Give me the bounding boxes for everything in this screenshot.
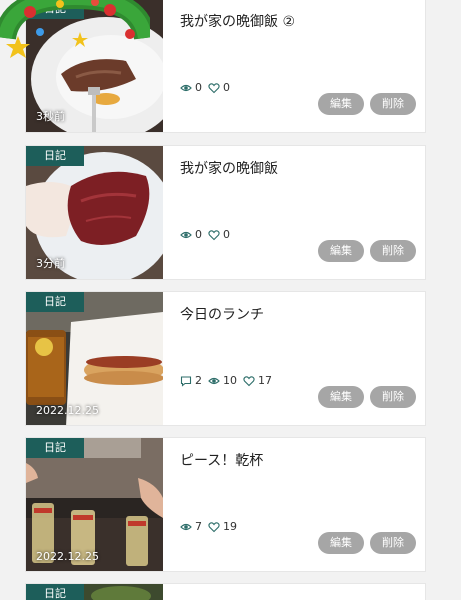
- like-count[interactable]: 0: [208, 81, 230, 94]
- comment-count-value: 2: [195, 374, 202, 387]
- edit-button[interactable]: 編集: [318, 93, 364, 115]
- delete-button[interactable]: 削除: [370, 386, 416, 408]
- delete-button[interactable]: 削除: [370, 532, 416, 554]
- delete-button[interactable]: 削除: [370, 240, 416, 262]
- eye-icon: [180, 231, 192, 238]
- post-timestamp: 3秒前: [36, 110, 65, 123]
- edit-button[interactable]: 編集: [318, 386, 364, 408]
- like-count-value: 19: [223, 520, 237, 533]
- post-thumbnail[interactable]: 日記 2022.12.25: [26, 438, 163, 571]
- eye-icon: [180, 84, 192, 91]
- like-count-value: 0: [223, 81, 230, 94]
- view-count-value: 0: [195, 81, 202, 94]
- post-thumbnail[interactable]: 日記 2022.12.25: [26, 292, 163, 425]
- heart-icon[interactable]: [243, 375, 255, 387]
- christmas-wreath-icon: [0, 0, 150, 58]
- post-card[interactable]: 日記: [25, 583, 426, 600]
- eye-icon: [180, 523, 192, 530]
- post-stats: 7 19: [180, 520, 237, 533]
- post-actions: 編集 削除: [318, 532, 416, 554]
- eye-icon: [208, 377, 220, 384]
- post-timestamp: 2022.12.25: [36, 550, 99, 563]
- comment-count[interactable]: 2: [180, 374, 202, 387]
- view-count-value: 0: [195, 228, 202, 241]
- post-card[interactable]: 日記 2022.12.25 今日のランチ 2 10 17 編集 削除: [25, 291, 426, 426]
- post-card[interactable]: 日記 2022.12.25 ピース！乾杯 7 19 編集 削除: [25, 437, 426, 572]
- view-count: 7: [180, 520, 202, 533]
- view-count-value: 7: [195, 520, 202, 533]
- like-count-value: 17: [258, 374, 272, 387]
- edit-button[interactable]: 編集: [318, 532, 364, 554]
- heart-icon[interactable]: [208, 521, 220, 533]
- post-stats: 0 0: [180, 81, 230, 94]
- like-count[interactable]: 0: [208, 228, 230, 241]
- category-tag: 日記: [26, 146, 84, 166]
- view-count: 10: [208, 374, 237, 387]
- like-count[interactable]: 17: [243, 374, 272, 387]
- category-tag: 日記: [26, 584, 84, 600]
- post-thumbnail[interactable]: 日記 3分前: [26, 146, 163, 279]
- like-count[interactable]: 19: [208, 520, 237, 533]
- edit-button[interactable]: 編集: [318, 240, 364, 262]
- post-title[interactable]: ピース！乾杯: [180, 450, 263, 470]
- heart-icon[interactable]: [208, 82, 220, 94]
- post-title[interactable]: 今日のランチ: [180, 304, 264, 324]
- post-thumbnail[interactable]: 日記: [26, 584, 163, 600]
- post-stats: 0 0: [180, 228, 230, 241]
- post-actions: 編集 削除: [318, 386, 416, 408]
- view-count: 0: [180, 81, 202, 94]
- delete-button[interactable]: 削除: [370, 93, 416, 115]
- heart-icon[interactable]: [208, 229, 220, 241]
- view-count: 0: [180, 228, 202, 241]
- category-tag: 日記: [26, 292, 84, 312]
- post-title[interactable]: 我が家の晩御飯 ②: [180, 11, 295, 31]
- view-count-value: 10: [223, 374, 237, 387]
- comment-icon[interactable]: [180, 375, 192, 387]
- post-timestamp: 3分前: [36, 257, 65, 270]
- post-timestamp: 2022.12.25: [36, 404, 99, 417]
- like-count-value: 0: [223, 228, 230, 241]
- post-card[interactable]: 日記 3分前 我が家の晩御飯 0 0 編集 削除: [25, 145, 426, 280]
- post-actions: 編集 削除: [318, 93, 416, 115]
- post-stats: 2 10 17: [180, 374, 272, 387]
- category-tag: 日記: [26, 438, 84, 458]
- post-feed: 日記 3秒前 我が家の晩御飯 ② 0 0 編集 削除 日記 3分前 我が家の晩御…: [0, 0, 461, 600]
- post-actions: 編集 削除: [318, 240, 416, 262]
- post-title[interactable]: 我が家の晩御飯: [180, 158, 278, 178]
